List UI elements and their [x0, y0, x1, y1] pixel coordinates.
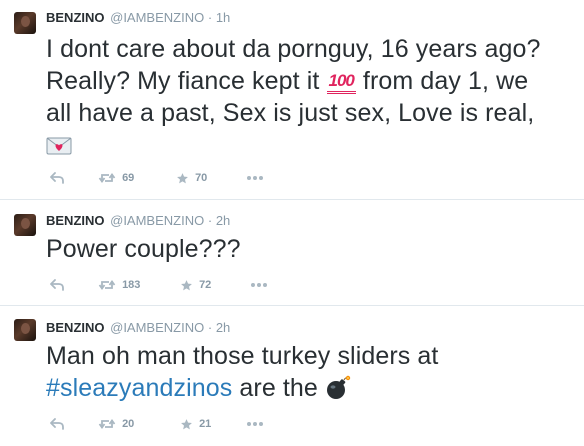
- star-icon: [181, 418, 192, 429]
- tweet[interactable]: BENZINO @IAMBENZINO · 1h I dont care abo…: [0, 0, 584, 200]
- tweet-actions: 183 72: [46, 277, 306, 293]
- more-dots-icon: [251, 283, 267, 288]
- hashtag-link[interactable]: #sleazyandzinos: [46, 374, 232, 402]
- star-icon: [181, 279, 192, 290]
- author-name[interactable]: BENZINO: [46, 213, 105, 228]
- retweet-icon: [98, 173, 116, 184]
- favorite-count: 72: [199, 279, 212, 292]
- avatar[interactable]: [14, 214, 36, 236]
- separator-dot: ·: [207, 10, 213, 25]
- retweet-button[interactable]: 20: [98, 416, 134, 432]
- author-handle[interactable]: @IAMBENZINO: [110, 10, 204, 25]
- tweet-header: BENZINO @IAMBENZINO · 2h: [46, 212, 230, 230]
- tweet-text-line: [46, 129, 576, 161]
- reply-icon: [50, 418, 64, 430]
- love-letter-emoji: [46, 131, 72, 155]
- bomb-emoji: [325, 375, 351, 401]
- tweet-actions: 69 70: [46, 170, 306, 186]
- tweet-text-fragment: are the: [239, 374, 318, 402]
- favorite-button[interactable]: 70: [176, 170, 207, 186]
- favorite-count: 21: [199, 418, 212, 431]
- timestamp[interactable]: 2h: [216, 320, 230, 335]
- favorite-count: 70: [195, 172, 208, 185]
- timestamp[interactable]: 2h: [216, 213, 230, 228]
- author-name[interactable]: BENZINO: [46, 320, 105, 335]
- retweet-button[interactable]: 183: [98, 277, 140, 293]
- tweet-text-fragment: from day 1, we: [362, 67, 529, 95]
- author-handle[interactable]: @IAMBENZINO: [110, 320, 204, 335]
- reply-button[interactable]: [50, 416, 64, 432]
- tweet-text-line: #sleazyandzinos are the: [46, 372, 576, 404]
- reply-icon: [50, 279, 64, 291]
- tweet-text-fragment: Really? My fiance kept it: [46, 67, 320, 95]
- more-button[interactable]: [246, 416, 264, 432]
- author-name[interactable]: BENZINO: [46, 10, 105, 25]
- tweet-text-line: all have a past, Sex is just sex, Love i…: [46, 99, 535, 127]
- tweet-text: Power couple???: [46, 235, 241, 263]
- tweet-header: BENZINO @IAMBENZINO · 2h: [46, 319, 230, 337]
- separator-dot: ·: [207, 320, 213, 335]
- favorite-button[interactable]: 72: [180, 277, 211, 293]
- more-dots-icon: [247, 422, 263, 427]
- retweet-count: 69: [122, 172, 135, 185]
- tweet-header: BENZINO @IAMBENZINO · 1h: [46, 9, 230, 27]
- retweet-icon: [98, 419, 116, 430]
- more-button[interactable]: [250, 277, 268, 293]
- tweet-text-line: Man oh man those turkey sliders at: [46, 342, 439, 370]
- more-button[interactable]: [246, 170, 264, 186]
- retweet-icon: [98, 280, 116, 291]
- tweet-text-line: Really? My fiance kept it 100 from day 1…: [46, 65, 576, 97]
- tweet-text-line: I dont care about da pornguy, 16 years a…: [46, 35, 541, 63]
- reply-button[interactable]: [50, 277, 64, 293]
- more-dots-icon: [247, 176, 263, 181]
- tweet[interactable]: BENZINO @IAMBENZINO · 2h Power couple???: [0, 200, 584, 306]
- avatar[interactable]: [14, 12, 36, 34]
- avatar[interactable]: [14, 319, 36, 341]
- retweet-count: 20: [122, 418, 135, 431]
- author-handle[interactable]: @IAMBENZINO: [110, 213, 204, 228]
- reply-button[interactable]: [50, 170, 64, 186]
- tweet[interactable]: BENZINO @IAMBENZINO · 2h Man oh man thos…: [0, 306, 584, 446]
- tweet-actions: 20 21: [46, 416, 306, 432]
- separator-dot: ·: [207, 213, 213, 228]
- tweet-text: I dont care about da pornguy, 16 years a…: [46, 33, 576, 161]
- tweet-text: Man oh man those turkey sliders at #slea…: [46, 340, 576, 404]
- hundred-points-emoji: 100: [326, 71, 356, 94]
- timestamp[interactable]: 1h: [216, 10, 230, 25]
- tweet-timeline: BENZINO @IAMBENZINO · 1h I dont care abo…: [0, 0, 584, 446]
- reply-icon: [50, 172, 64, 184]
- star-icon: [177, 172, 188, 183]
- favorite-button[interactable]: 21: [180, 416, 211, 432]
- retweet-button[interactable]: 69: [98, 170, 134, 186]
- retweet-count: 183: [122, 279, 141, 292]
